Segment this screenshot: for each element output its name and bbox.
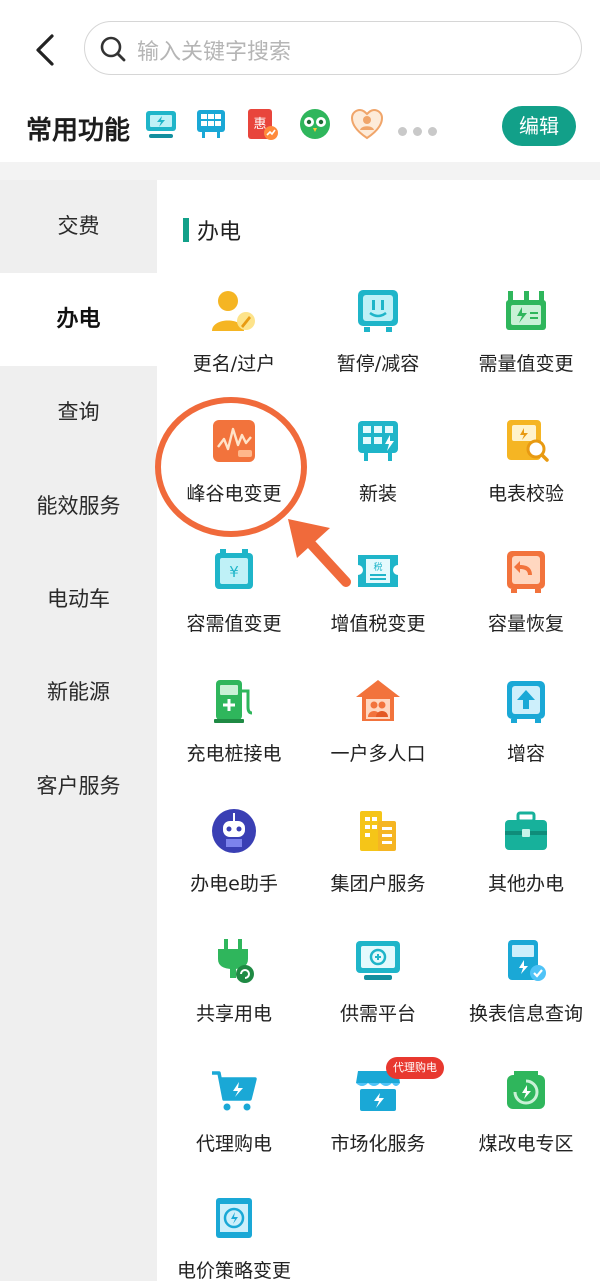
section-accent-bar (183, 218, 189, 242)
section-title: 办电 (197, 220, 242, 245)
tile-capacity-restore[interactable]: 容量恢复 (452, 547, 600, 667)
tile-other-services[interactable]: 其他办电 (452, 807, 600, 927)
tile-label: 更名/过户 (192, 353, 276, 375)
sidebar-item-electric-vehicle[interactable]: 电动车 (0, 553, 157, 646)
transformer-icon (506, 291, 546, 330)
bottom-fade (283, 1180, 600, 1281)
capacity-change-icon: ¥ (215, 549, 253, 589)
tile-label: 市场化服务 (330, 1133, 426, 1155)
tile-label: 换表信息查询 (468, 1003, 583, 1025)
search-icon (100, 36, 126, 62)
tile-supply-demand-platform[interactable]: 供需平台 (304, 937, 452, 1057)
tile-label: 供需平台 (339, 1003, 416, 1025)
meter-icon[interactable] (193, 106, 229, 142)
price-strategy-icon (216, 1198, 252, 1238)
tile-vat-change[interactable]: 税 增值税变更 (304, 547, 452, 667)
service-panel: 办电 更名/过户 暂停/减容 需量值变更 峰谷电变更 新装 电表校验 ¥ 容需值… (157, 180, 600, 1281)
heart-user-icon[interactable] (349, 106, 385, 142)
tile-charging-pile-connect[interactable]: 充电桩接电 (160, 677, 308, 797)
edit-button[interactable]: 编辑 (502, 106, 576, 146)
household-icon (356, 680, 400, 721)
tile-label: 增容 (506, 743, 545, 765)
pause-box-icon (358, 290, 398, 332)
meter-info-icon (508, 940, 546, 981)
tile-label: 共享用电 (195, 1003, 272, 1025)
tile-demand-change[interactable]: 需量值变更 (452, 287, 600, 407)
category-sidebar: 交费 办电 查询 能效服务 电动车 新能源 客户服务 (0, 180, 157, 1281)
tile-label: 暂停/减容 (336, 353, 420, 375)
tile-label: 容需值变更 (186, 613, 282, 635)
more-favorites-dots[interactable] (398, 121, 443, 140)
tile-label: 办电e助手 (190, 873, 278, 895)
tile-label: 煤改电专区 (478, 1133, 574, 1155)
robot-assistant-icon (212, 809, 256, 853)
tile-label: 集团户服务 (330, 873, 426, 895)
tile-new-installation[interactable]: 新装 (304, 417, 452, 537)
meter-check-icon (507, 420, 549, 462)
svg-text:惠: 惠 (253, 117, 266, 132)
tile-meter-calibration[interactable]: 电表校验 (452, 417, 600, 537)
tile-label: 增值税变更 (330, 613, 426, 635)
sidebar-item-electricity-service[interactable]: 办电 (0, 273, 157, 366)
tile-label: 代理购电 (195, 1133, 272, 1155)
tile-pause-reduce[interactable]: 暂停/减容 (304, 287, 452, 407)
discount-icon[interactable]: 惠 (243, 106, 279, 142)
cart-lightning-icon (212, 1071, 257, 1111)
sidebar-item-energy-efficiency[interactable]: 能效服务 (0, 460, 157, 553)
tile-capacity-demand-change[interactable]: ¥ 容需值变更 (160, 547, 308, 667)
tile-label: 其他办电 (487, 873, 564, 895)
tile-rename-transfer[interactable]: 更名/过户 (160, 287, 308, 407)
tile-peak-valley-change[interactable]: 峰谷电变更 (160, 417, 308, 537)
toolbox-icon (505, 811, 547, 850)
tile-group-service[interactable]: 集团户服务 (304, 807, 452, 927)
tile-market-service[interactable]: 市场化服务 (304, 1067, 452, 1187)
search-field[interactable]: 输入关键字搜索 (84, 21, 582, 75)
search-placeholder: 输入关键字搜索 (137, 40, 292, 65)
tax-ticket-icon: 税 (358, 555, 398, 587)
tile-coal-to-electricity[interactable]: 煤改电专区 (452, 1067, 600, 1187)
sidebar-item-query[interactable]: 查询 (0, 366, 157, 459)
capacity-restore-icon (507, 551, 545, 593)
tile-multi-person-household[interactable]: 一户多人口 (304, 677, 452, 797)
agent-purchase-badge: 代理购电 (386, 1057, 444, 1079)
tile-label: 电表校验 (487, 483, 564, 505)
group-building-icon (360, 811, 396, 851)
tile-meter-change-query[interactable]: 换表信息查询 (452, 937, 600, 1057)
sidebar-item-pay[interactable]: 交费 (0, 180, 157, 273)
svg-text:¥: ¥ (229, 563, 239, 581)
sidebar-item-new-energy[interactable]: 新能源 (0, 646, 157, 739)
monitor-icon[interactable] (143, 106, 179, 142)
new-meter-icon (358, 421, 398, 461)
coal-to-power-icon (507, 1071, 545, 1109)
supply-demand-screen-icon (356, 941, 400, 980)
tile-label: 峰谷电变更 (186, 483, 282, 505)
tile-label: 新装 (358, 483, 397, 505)
svg-text:税: 税 (373, 561, 382, 573)
peak-valley-chart-icon (213, 420, 255, 462)
tile-label: 需量值变更 (478, 353, 574, 375)
back-arrow-icon[interactable] (28, 30, 62, 70)
sidebar-item-customer-service[interactable]: 客户服务 (0, 740, 157, 833)
tile-capacity-increase[interactable]: 增容 (452, 677, 600, 797)
tile-shared-electricity[interactable]: 共享用电 (160, 937, 308, 1057)
tile-label: 充电桩接电 (186, 743, 282, 765)
tile-e-assistant[interactable]: 办电e助手 (160, 807, 308, 927)
tile-label: 一户多人口 (330, 743, 426, 765)
owl-icon[interactable] (297, 106, 333, 142)
capacity-up-icon (507, 681, 545, 723)
charging-pile-icon (214, 680, 253, 723)
tile-agent-purchase[interactable]: 代理购电 (160, 1067, 308, 1187)
shared-plug-icon (218, 939, 254, 983)
favorites-title: 常用功能 (26, 116, 131, 146)
top-bar: 输入关键字搜索 常用功能 惠 编辑 (0, 0, 600, 162)
user-edit-icon (212, 291, 255, 331)
tile-label: 容量恢复 (487, 613, 564, 635)
